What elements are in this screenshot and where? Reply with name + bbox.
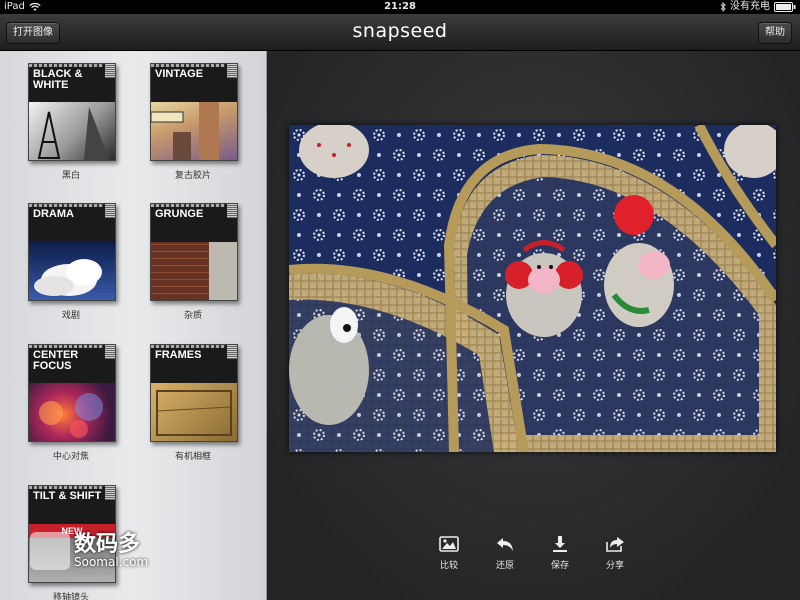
filter-thumbnail[interactable]: CENTER FOCUS — [28, 344, 116, 442]
filter-label-cn: 戏剧 — [61, 311, 80, 321]
watermark-en: Soomal.com — [74, 555, 149, 569]
revert-button[interactable]: 还原 — [485, 533, 525, 571]
app-title: snapseed — [352, 20, 448, 42]
filter-label-cn: 复古胶片 — [174, 171, 211, 181]
status-time: 21:28 — [384, 1, 416, 12]
filter-thumbnail[interactable]: DRAMA — [28, 203, 116, 301]
filter-thumbnail[interactable]: BLACK & WHITE — [28, 63, 116, 161]
filter-title: TILT & SHIFT — [33, 490, 102, 502]
filter-title: GRUNGE — [155, 208, 204, 220]
filter-title: BLACK & WHITE — [33, 68, 83, 91]
bluetooth-icon — [720, 2, 726, 12]
filter-label-cn: 杂质 — [183, 311, 202, 321]
image-icon — [439, 536, 459, 552]
filter-frames[interactable]: FRAMES 有机相框 — [150, 344, 238, 462]
nav-bar: 打开图像 snapseed 帮助 — [0, 14, 800, 51]
filter-vintage[interactable]: VINTAGE 复古胶片 — [150, 63, 238, 181]
compare-button[interactable]: 比较 — [429, 533, 469, 571]
share-button[interactable]: 分享 — [595, 533, 635, 571]
save-button[interactable]: 保存 — [540, 533, 580, 571]
revert-label: 还原 — [495, 561, 514, 571]
edited-photo[interactable] — [289, 125, 776, 452]
image-canvas: 比较 还原 保存 分享 — [267, 51, 800, 600]
watermark: 数码多 Soomal.com — [30, 532, 148, 570]
compare-label: 比较 — [439, 561, 458, 571]
save-label: 保存 — [550, 561, 569, 571]
watermark-logo — [30, 532, 70, 570]
filter-black-white[interactable]: BLACK & WHITE 黑白 — [28, 63, 116, 181]
share-icon — [606, 537, 624, 552]
filter-title: VINTAGE — [155, 68, 204, 80]
filter-grunge[interactable]: GRUNGE 杂质 — [150, 203, 238, 321]
filter-center-focus[interactable]: CENTER FOCUS 中心对焦 — [28, 344, 116, 462]
filter-thumbnail[interactable]: FRAMES — [150, 344, 238, 442]
filter-label-cn: 黑白 — [61, 171, 80, 181]
share-label: 分享 — [605, 561, 624, 571]
undo-icon — [497, 538, 513, 551]
filter-drama[interactable]: DRAMA 戏剧 — [28, 203, 116, 321]
filter-title: CENTER FOCUS — [33, 349, 79, 372]
watermark-cn: 数码多 — [74, 532, 141, 557]
filter-thumbnail[interactable]: VINTAGE — [150, 63, 238, 161]
filter-sidebar: BLACK & WHITE 黑白 VINTAGE 复古胶片 DRAMA 戏剧 G… — [0, 51, 267, 600]
filter-label-cn: 有机相框 — [174, 452, 211, 462]
help-button[interactable]: 帮助 — [758, 22, 792, 44]
download-icon — [553, 536, 567, 552]
filter-title: DRAMA — [33, 208, 74, 220]
charging-status: 没有充电 — [730, 1, 770, 12]
battery-icon — [774, 2, 796, 12]
filter-title: FRAMES — [155, 349, 202, 361]
status-bar: iPad 21:28 没有充电 — [0, 0, 800, 14]
filter-label-cn: 移轴镜头 — [52, 593, 89, 600]
filter-label-cn: 中心对焦 — [52, 452, 89, 462]
filter-thumbnail[interactable]: GRUNGE — [150, 203, 238, 301]
